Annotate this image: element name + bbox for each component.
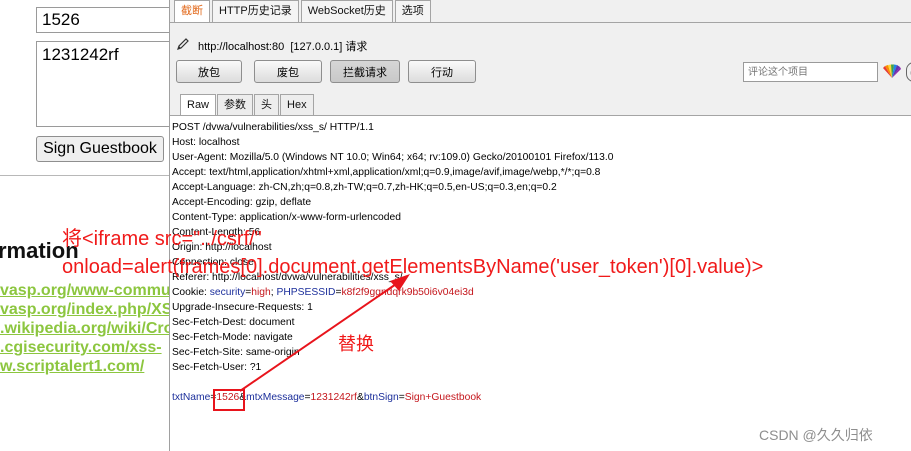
- header-line: Host: localhost: [172, 137, 240, 148]
- request-target: http://localhost:80 [127.0.0.1] 请求: [198, 38, 367, 54]
- name-input[interactable]: [36, 7, 169, 33]
- tab-params[interactable]: 参数: [217, 94, 254, 115]
- proxy-tabs: 截断 HTTP历史记录 WebSocket历史 选项: [174, 0, 433, 22]
- cookie-key: PHPSESSID: [276, 287, 336, 298]
- reference-link[interactable]: vasp.org/index.php/XS: [0, 301, 169, 319]
- request-line: POST /dvwa/vulnerabilities/xss_s/ HTTP/1…: [172, 122, 374, 133]
- body-param-key: txtName: [172, 392, 211, 403]
- divider: [170, 22, 911, 23]
- annotation-replace-label: 替换: [338, 334, 374, 354]
- divider: [0, 175, 169, 176]
- cookie-header-line: Cookie: security=high; PHPSESSID=k8f2f9g…: [172, 287, 474, 298]
- header-line: Sec-Fetch-User: ?1: [172, 362, 262, 373]
- pencil-icon: [177, 38, 189, 50]
- reference-link[interactable]: .cgisecurity.com/xss-: [0, 339, 162, 357]
- header-line: Sec-Fetch-Dest: document: [172, 317, 295, 328]
- tab-websocket-history[interactable]: WebSocket历史: [300, 0, 393, 22]
- header-line: Accept-Language: zh-CN,zh;q=0.8,zh-TW;q=…: [172, 182, 557, 193]
- cookie-label: Cookie:: [172, 287, 210, 298]
- body-param-key: mtxMessage: [246, 392, 305, 403]
- reference-link[interactable]: .wikipedia.org/wiki/Cro: [0, 320, 169, 338]
- forward-button[interactable]: 放包: [176, 60, 242, 83]
- sign-guestbook-button[interactable]: Sign Guestbook: [36, 136, 164, 162]
- reference-link[interactable]: vasp.org/www-commun: [0, 282, 169, 300]
- action-button[interactable]: 行动: [408, 60, 476, 83]
- header-line: Sec-Fetch-Site: same-origin: [172, 347, 300, 358]
- cookie-key: security: [209, 287, 246, 298]
- tab-options[interactable]: 选项: [394, 0, 431, 22]
- help-icon[interactable]: (: [906, 62, 911, 82]
- tab-hex[interactable]: Hex: [280, 94, 314, 115]
- header-line: Accept: text/html,application/xhtml+xml,…: [172, 167, 601, 178]
- annotation-payload-line2: onload=alert(frames[0].document.getEleme…: [62, 256, 764, 278]
- burp-proxy-panel: 截断 HTTP历史记录 WebSocket历史 选项 http://localh…: [169, 0, 911, 451]
- tab-intercept[interactable]: 截断: [174, 0, 210, 22]
- intercept-toggle-button[interactable]: 拦截请求: [330, 60, 400, 83]
- message-textarea[interactable]: 1231242rf: [36, 41, 169, 127]
- request-host: http://localhost:80: [198, 41, 285, 53]
- drop-button[interactable]: 废包: [254, 60, 322, 83]
- message-view-tabs: Raw 参数 头 Hex: [180, 94, 315, 115]
- cookie-value: k8f2f9ggndqrk9b50i6v04ei3d: [341, 287, 474, 298]
- body-param-value: 1231242rf: [310, 392, 357, 403]
- tab-headers[interactable]: 头: [254, 94, 280, 115]
- raw-request-editor[interactable]: POST /dvwa/vulnerabilities/xss_s/ HTTP/1…: [170, 116, 911, 451]
- body-param-key: btnSign: [363, 392, 399, 403]
- highlight-color-icon[interactable]: [881, 62, 903, 82]
- header-line: Upgrade-Insecure-Requests: 1: [172, 302, 313, 313]
- body-param-value: Sign+Guestbook: [404, 392, 482, 403]
- request-suffix: 请求: [345, 41, 368, 53]
- watermark: CSDN @久久归依: [759, 427, 873, 443]
- header-line: Sec-Fetch-Mode: navigate: [172, 332, 293, 343]
- tab-raw[interactable]: Raw: [180, 94, 217, 115]
- comment-input[interactable]: [743, 62, 878, 82]
- cookie-value: high: [251, 287, 271, 298]
- tab-http-history[interactable]: HTTP历史记录: [212, 0, 299, 22]
- request-ip: [127.0.0.1]: [290, 41, 343, 53]
- highlight-box: [213, 389, 245, 411]
- annotation-payload-line1: 将<iframe src="../csrf/": [62, 228, 262, 250]
- header-line: User-Agent: Mozilla/5.0 (Windows NT 10.0…: [172, 152, 614, 163]
- reference-link[interactable]: w.scriptalert1.com/: [0, 358, 144, 376]
- header-line: Accept-Encoding: gzip, deflate: [172, 197, 312, 208]
